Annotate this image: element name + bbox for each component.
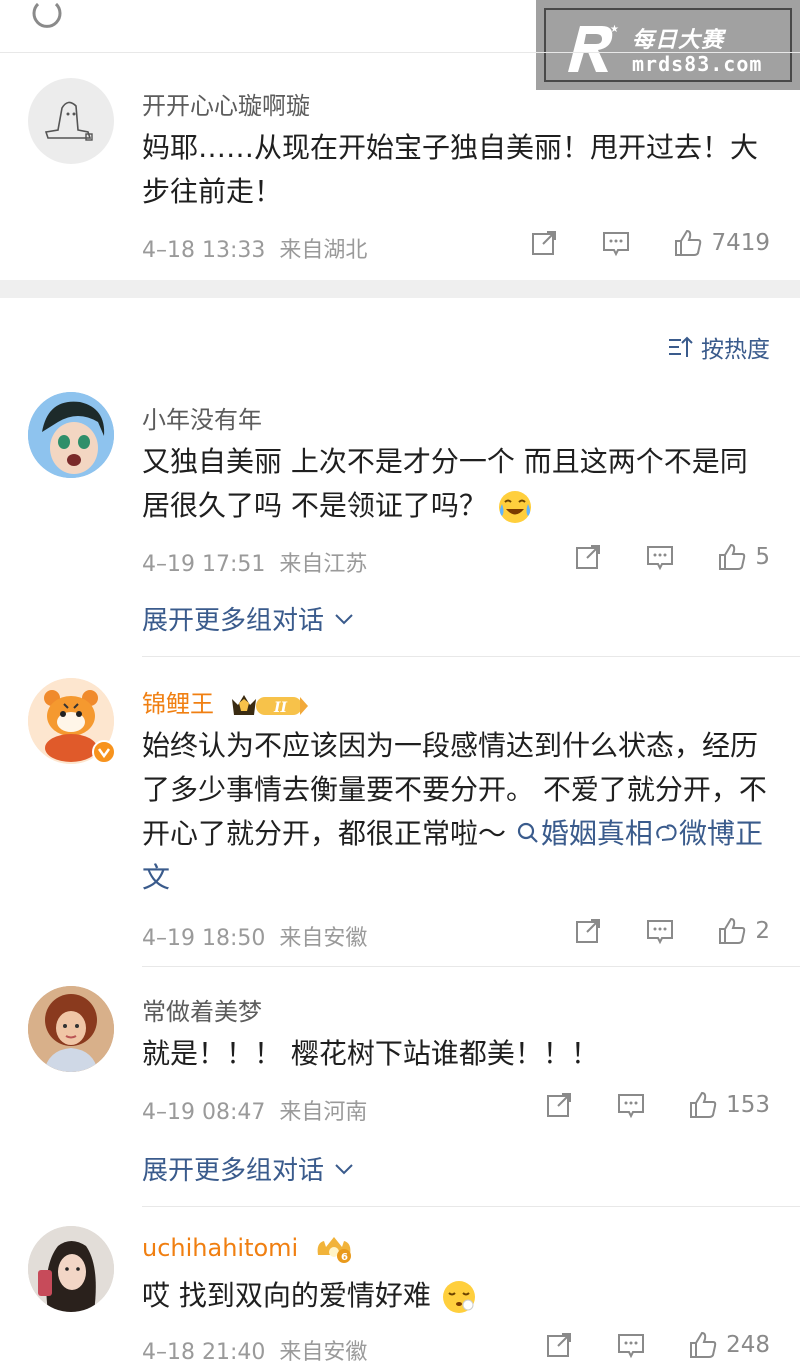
- svg-text:★: ★: [610, 24, 619, 35]
- comment-time: 4–18 21:40: [142, 1340, 266, 1365]
- photo-avatar-icon: [28, 1226, 114, 1312]
- watermark-logo-icon: ★: [568, 24, 619, 72]
- topic-link-label: 婚姻真相: [540, 817, 653, 850]
- watermark: ★ 每日大赛 mrds83.com: [536, 0, 800, 90]
- comment-icon[interactable]: [645, 542, 675, 572]
- avatar[interactable]: [28, 78, 114, 164]
- expand-conversation-link[interactable]: 展开更多组对话: [142, 1150, 354, 1187]
- share-icon[interactable]: [544, 1330, 574, 1360]
- like-icon[interactable]: [717, 542, 747, 572]
- comment-text: 就是！！！ 樱花树下站谁都美！！！: [142, 1037, 599, 1070]
- like-count: 248: [726, 1332, 770, 1358]
- comment-text: 始终认为不应该因为一段感情达到什么状态，经历了多少事情去衡量要不要分开。 不爱了…: [142, 724, 772, 900]
- expand-label: 展开更多组对话: [142, 1156, 325, 1186]
- like-icon[interactable]: [688, 1330, 718, 1360]
- like-count: 2: [755, 918, 770, 944]
- comment-text: 又独自美丽 上次不是才分一个 而且这两个不是同居很久了吗 不是领证了吗？: [142, 440, 772, 528]
- comment-actions: 153: [544, 1090, 770, 1120]
- comment-time: 4–19 17:51: [142, 552, 266, 577]
- like-count: 153: [726, 1092, 770, 1118]
- comment-location: 来自湖北: [279, 238, 368, 263]
- topic-link[interactable]: 婚姻真相: [515, 817, 653, 850]
- link-icon: [656, 824, 677, 841]
- comment-actions: 5: [573, 542, 770, 572]
- sort-label: 按热度: [701, 337, 770, 363]
- photo-avatar-icon: [28, 986, 114, 1072]
- expand-label: 展开更多组对话: [142, 606, 325, 636]
- comment-location: 来自安徽: [279, 926, 368, 951]
- username[interactable]: 开开心心璇啊璇: [142, 86, 310, 121]
- share-icon[interactable]: [544, 1090, 574, 1120]
- like-icon[interactable]: [688, 1090, 718, 1120]
- divider: [142, 966, 800, 967]
- divider: [142, 656, 800, 657]
- comment-actions: 2: [573, 916, 770, 946]
- share-icon[interactable]: [573, 542, 603, 572]
- comment-icon[interactable]: [616, 1090, 646, 1120]
- comment-time: 4–19 18:50: [142, 926, 266, 951]
- sort-by-hot-button[interactable]: 按热度: [667, 330, 770, 364]
- comment-time: 4–18 13:33: [142, 238, 266, 263]
- comment-text: 哎 找到双向的爱情好难: [142, 1274, 772, 1318]
- chevron-down-icon: [335, 1163, 353, 1174]
- comment-actions: 7419: [529, 228, 770, 258]
- fan-level-badge-icon: 6: [317, 1237, 351, 1263]
- comment-meta: 4–19 08:47 来自河南: [142, 1094, 367, 1126]
- username-text: uchihahitomi: [142, 1234, 299, 1262]
- sigh-emoji-icon: [442, 1281, 475, 1313]
- svg-text:II: II: [273, 700, 288, 716]
- username[interactable]: 小年没有年: [142, 400, 262, 435]
- username-text: 锦鲤王: [142, 690, 214, 718]
- expand-conversation-link[interactable]: 展开更多组对话: [142, 600, 354, 637]
- divider: [142, 1206, 800, 1207]
- like-count: 5: [755, 544, 770, 570]
- username[interactable]: uchihahitomi 6: [142, 1234, 354, 1263]
- watermark-title: 每日大赛: [632, 28, 725, 53]
- comment-location: 来自河南: [279, 1100, 368, 1125]
- refresh-icon[interactable]: [28, 0, 64, 30]
- comment-actions: 248: [544, 1330, 770, 1360]
- like-icon[interactable]: [673, 228, 703, 258]
- laugh-cry-emoji-icon: [498, 491, 531, 523]
- divider: [0, 52, 800, 53]
- svg-text:6: 6: [341, 1252, 348, 1263]
- verified-badge-icon: [92, 740, 116, 764]
- sort-icon: [669, 336, 693, 357]
- username[interactable]: 锦鲤王 II: [142, 684, 310, 719]
- comment-icon[interactable]: [645, 916, 675, 946]
- chevron-down-icon: [335, 613, 353, 624]
- avatar[interactable]: [28, 986, 114, 1072]
- comment-text: 妈耶……从现在开始宝子独自美丽！甩开过去！大步往前走！: [142, 131, 759, 208]
- comment-meta: 4–18 21:40 来自安徽: [142, 1334, 367, 1366]
- share-icon[interactable]: [529, 228, 559, 258]
- comment-text-content: 又独自美丽 上次不是才分一个 而且这两个不是同居很久了吗 不是领证了吗？: [142, 445, 748, 522]
- username[interactable]: 常做着美梦: [142, 992, 262, 1027]
- search-icon: [517, 822, 538, 843]
- comment-time: 4–19 08:47: [142, 1100, 266, 1125]
- comment-text-content: 哎 找到双向的爱情好难: [142, 1279, 431, 1312]
- comment-icon[interactable]: [601, 228, 631, 258]
- like-icon[interactable]: [717, 916, 747, 946]
- comment-meta: 4–18 13:33 来自湖北: [142, 232, 367, 264]
- section-gap: [0, 280, 800, 298]
- cartoon-avatar-icon: [28, 392, 114, 478]
- comment-icon[interactable]: [616, 1330, 646, 1360]
- comment-location: 来自安徽: [279, 1340, 368, 1365]
- avatar[interactable]: [28, 392, 114, 478]
- like-count: 7419: [711, 230, 770, 256]
- vip-crown-badge-icon: II: [231, 695, 308, 716]
- comment-location: 来自江苏: [279, 552, 368, 577]
- watermark-url: mrds83.com: [632, 52, 763, 76]
- avatar[interactable]: [28, 1226, 114, 1312]
- ghost-avatar-icon: [44, 101, 93, 141]
- comment-meta: 4–19 18:50 来自安徽: [142, 920, 367, 952]
- share-icon[interactable]: [573, 916, 603, 946]
- comment-meta: 4–19 17:51 来自江苏: [142, 546, 367, 578]
